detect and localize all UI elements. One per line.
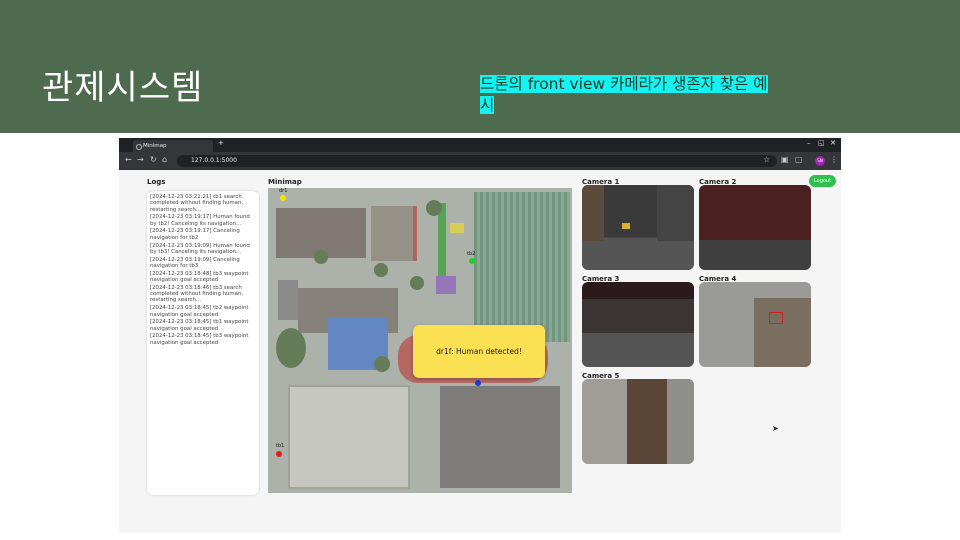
close-window-button[interactable]: ✕	[830, 139, 836, 147]
bookmark-star-icon[interactable]: ☆	[763, 155, 770, 164]
alert-message: dr1f: Human detected!	[436, 347, 522, 356]
puzzle-icon[interactable]: ▢	[795, 155, 803, 164]
log-entry: [2024-12-23 03:19:09] Human found by tb3…	[150, 242, 250, 255]
minimap[interactable]: dr1 tb2 tb1 dr1f: Human detected!	[268, 188, 572, 493]
camera-feed	[699, 185, 811, 270]
human-detected-alert: dr1f: Human detected!	[413, 325, 545, 378]
extension-icon[interactable]: ▣	[781, 155, 789, 164]
marker-label-tb2: tb2	[467, 251, 476, 257]
mouse-cursor-icon: ➤	[772, 424, 779, 433]
globe-icon	[136, 144, 142, 150]
home-icon[interactable]: ⌂	[162, 155, 167, 164]
back-icon[interactable]: ←	[125, 155, 132, 164]
address-bar-area: ← → ↻ ⌂ 127.0.0.1:5000 ☆ ▣ ▢ SN ⋮	[119, 152, 841, 170]
camera-feed	[582, 379, 694, 464]
logout-button[interactable]: Logout	[809, 175, 836, 187]
robot-marker-tb1	[276, 451, 282, 457]
url-field[interactable]: 127.0.0.1:5000	[177, 155, 777, 167]
slide-header: 관제시스템 드론의 front view 카메라가 생존자 찾은 예시	[0, 0, 960, 133]
url-text: 127.0.0.1:5000	[191, 157, 237, 164]
slide-title: 관제시스템	[42, 68, 204, 108]
camera-feed	[582, 185, 694, 270]
camera-feed	[699, 282, 811, 367]
browser-screenshot: Minimap + – ◱ ✕ ← → ↻ ⌂ 127.0.0.1:5000 ☆…	[119, 138, 841, 533]
camera-feed	[582, 282, 694, 367]
log-entry: [2024-12-23 03:19:17] Human found by tb2…	[150, 214, 250, 227]
robot-marker-tb2	[469, 258, 475, 264]
marker-label-dr1: dr1	[279, 188, 288, 194]
log-entry: [2024-12-23 03:18:48] tb3 waypoint navig…	[150, 270, 249, 284]
drone-marker-dr1	[280, 195, 286, 201]
slide-caption: 드론의 front view 카메라가 생존자 찾은 예시	[480, 74, 780, 116]
marker-label-tb1: tb1	[276, 443, 285, 449]
caption-text: 드론의 front view 카메라가 생존자 찾은 예시	[480, 75, 768, 114]
logs-label: Logs	[147, 178, 166, 186]
logs-panel: [2024-12-23 03:21:21] tb1 search complet…	[147, 191, 259, 495]
log-entry: [2024-12-23 03:18:45] tb2 waypoint navig…	[150, 305, 249, 318]
log-entry: [2024-12-23 03:19:09] Canceling navigati…	[150, 256, 240, 269]
reload-icon[interactable]: ↻	[150, 155, 157, 164]
menu-dots-icon[interactable]: ⋮	[830, 155, 838, 164]
log-entry: [2024-12-23 03:18:46] tb3 search complet…	[150, 284, 244, 304]
tab-title: Minimap	[143, 143, 167, 149]
log-entry: [2024-12-23 03:19:17] Canceling navigati…	[150, 228, 240, 241]
minimize-button[interactable]: –	[807, 139, 811, 147]
browser-tab-bar: Minimap + – ◱ ✕	[119, 138, 841, 152]
forward-icon[interactable]: →	[137, 155, 144, 164]
profile-avatar[interactable]: SN	[815, 156, 825, 166]
maximize-button[interactable]: ◱	[818, 139, 825, 147]
browser-tab[interactable]: Minimap	[133, 140, 213, 152]
log-entry: [2024-12-23 03:18:45] tb3 waypoint navig…	[150, 333, 249, 346]
log-entry: [2024-12-23 03:21:21] tb1 search complet…	[150, 194, 244, 213]
robot-marker-tb3	[475, 380, 481, 386]
new-tab-button[interactable]: +	[218, 139, 224, 147]
log-entry: [2024-12-23 03:18:45] tb1 waypoint navig…	[150, 319, 249, 332]
minimap-label: Minimap	[268, 178, 302, 186]
